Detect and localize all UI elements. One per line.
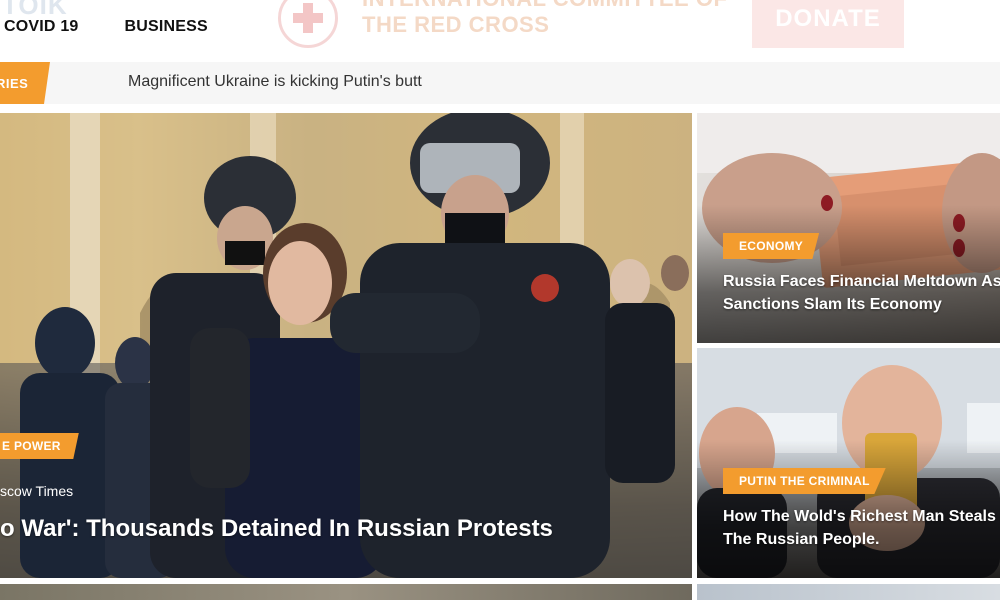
breaking-news-ticker: RIES Magnificent Ukraine is kicking Puti… bbox=[0, 62, 1000, 104]
nav-item-covid19[interactable]: COVID 19 bbox=[4, 18, 79, 36]
featured-story-image bbox=[0, 113, 692, 578]
featured-story-title[interactable]: o War': Thousands Detained In Russian Pr… bbox=[0, 515, 553, 543]
red-cross-banner-text[interactable]: INTERNATIONAL COMMITTEE OF THE RED CROSS bbox=[362, 0, 742, 38]
ticker-label-badge: RIES bbox=[0, 62, 50, 104]
side-story-card[interactable]: PUTIN THE CRIMINAL How The Wold's Riches… bbox=[697, 348, 1000, 578]
donate-button[interactable]: DONATE bbox=[752, 0, 904, 48]
side-story-title-line: Sanctions Slam Its Economy bbox=[723, 296, 942, 313]
featured-story-card[interactable]: E POWER scow Times o War': Thousands Det… bbox=[0, 113, 692, 578]
ticker-headline-link[interactable]: Magnificent Ukraine is kicking Putin's b… bbox=[128, 73, 422, 91]
red-cross-logo-icon[interactable] bbox=[278, 0, 338, 48]
side-story-title[interactable]: How The Wold's Richest Man Steals F The … bbox=[723, 505, 1000, 551]
side-story-title-line: The Russian People. bbox=[723, 531, 880, 548]
main-nav: COVID 19 BUSINESS bbox=[4, 18, 208, 36]
next-story-image-strip[interactable] bbox=[0, 584, 692, 600]
side-story-title-line: Russia Faces Financial Meltdown As bbox=[723, 273, 1000, 290]
featured-story-category-tag[interactable]: E POWER bbox=[0, 433, 79, 459]
side-story-card[interactable]: ECONOMY Russia Faces Financial Meltdown … bbox=[697, 113, 1000, 343]
featured-story-source: scow Times bbox=[0, 483, 74, 499]
side-story-category-tag[interactable]: ECONOMY bbox=[723, 233, 820, 259]
side-story-title-line: How The Wold's Richest Man Steals F bbox=[723, 508, 1000, 525]
next-side-story-image-strip[interactable] bbox=[697, 584, 1000, 600]
site-header: TOIK COVID 19 BUSINESS INTERNATIONAL COM… bbox=[0, 0, 1000, 60]
side-story-title[interactable]: Russia Faces Financial Meltdown As Sanct… bbox=[723, 270, 1000, 316]
ticker-label-text: RIES bbox=[0, 75, 29, 91]
side-story-category-tag[interactable]: PUTIN THE CRIMINAL bbox=[723, 468, 886, 494]
nav-item-business[interactable]: BUSINESS bbox=[125, 18, 208, 36]
